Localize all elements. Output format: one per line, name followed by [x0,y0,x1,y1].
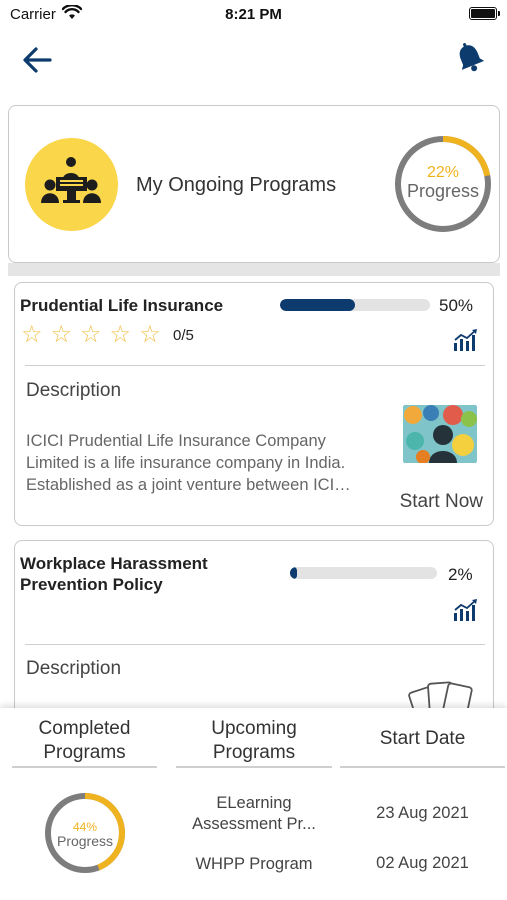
program-title: Prudential Life Insurance [20,296,224,315]
program-card[interactable]: Prudential Life Insurance 50% ☆ ☆ ☆ ☆ ☆ … [14,282,494,526]
upcoming-program-date: 23 Aug 2021 [376,804,469,822]
program-thumbnail [403,405,477,463]
completed-programs-header: Completed Programs [38,718,131,763]
completed-progress-ring: 44% Progress [44,792,126,874]
battery-icon [469,7,500,20]
upcoming-program-name[interactable]: WHPP Program [170,854,338,875]
status-bar: Carrier 8:21 PM [0,0,507,30]
bar-chart-icon[interactable] [453,329,479,351]
overall-progress-ring: 22% Progress [393,134,493,234]
header-underline [176,766,332,768]
overall-progress-label: Progress [406,181,480,201]
program-progress-fill [290,567,298,579]
star-icon[interactable]: ☆ [80,322,102,348]
description-heading: Description [26,380,122,401]
star-rating[interactable]: ☆ ☆ ☆ ☆ ☆ [21,322,161,348]
header-underline [12,766,157,768]
bar-chart-icon[interactable] [453,599,479,621]
program-progress-bar [280,299,430,311]
upcoming-program-date: 02 Aug 2021 [376,854,469,872]
program-title: Workplace Harassment Prevention Policy [20,554,208,594]
ongoing-programs-card: My Ongoing Programs 22% Progress [8,105,500,263]
card-divider [25,365,485,366]
program-progress-bar [290,567,437,579]
star-icon[interactable]: ☆ [21,322,43,348]
rating-text: 0/5 [173,327,194,344]
start-now-button[interactable]: Start Now [400,491,483,513]
overall-progress-percent: 22% [426,164,460,181]
program-summary-panel: Completed Programs Upcoming Programs Sta… [0,708,507,900]
star-icon[interactable]: ☆ [110,322,132,348]
upcoming-program-name[interactable]: ELearning Assessment Pr... [170,793,338,835]
program-card[interactable]: Workplace Harassment Prevention Policy 2… [14,540,494,721]
page-title: My Ongoing Programs [136,174,337,196]
meeting-icon [25,138,118,231]
description-heading: Description [26,658,122,679]
completed-progress-percent: 44% [72,820,98,834]
card-divider [25,644,485,645]
clock: 8:21 PM [225,6,282,23]
header-underline [340,766,505,768]
description-text: ICICI Prudential Life Insurance Company … [26,432,351,494]
section-divider [8,263,500,276]
star-icon[interactable]: ☆ [51,322,73,348]
program-progress-text: 2% [448,565,473,584]
bell-icon[interactable] [452,40,488,76]
star-icon[interactable]: ☆ [139,322,161,348]
start-date-header: Start Date [379,728,466,749]
program-progress-fill [280,299,355,311]
back-arrow-icon[interactable] [20,42,56,78]
upcoming-programs-header: Upcoming Programs [211,718,297,763]
program-progress-text: 50% [439,296,474,315]
completed-progress-label: Progress [56,833,114,849]
